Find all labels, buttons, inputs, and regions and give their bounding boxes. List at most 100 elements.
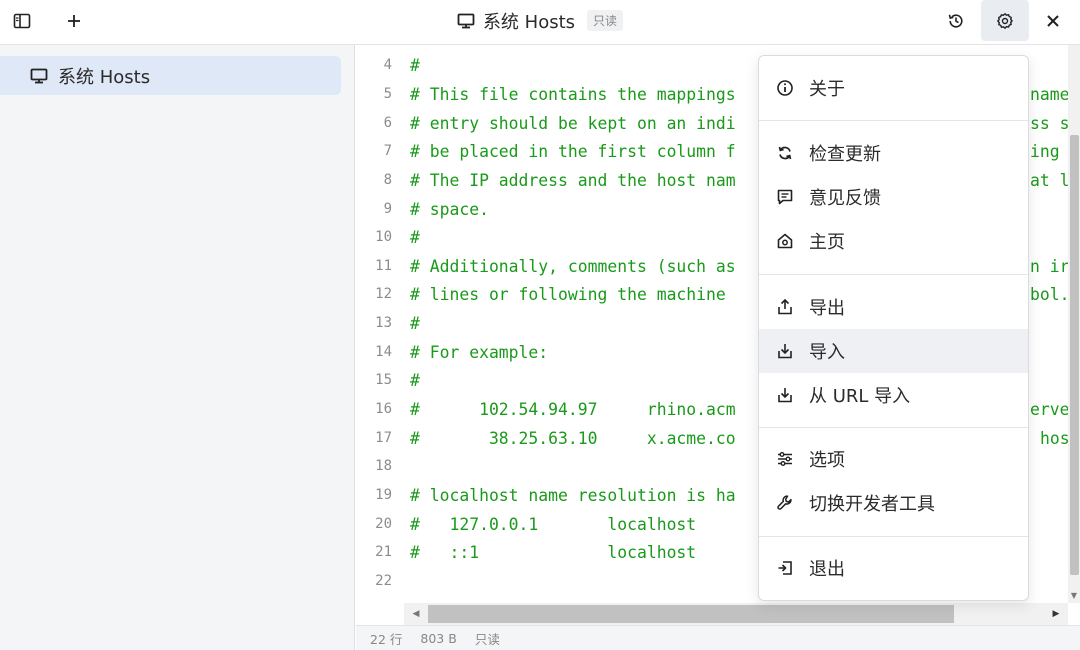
feedback-icon: [777, 189, 793, 205]
horizontal-scrollbar-thumb[interactable]: [428, 605, 954, 623]
horizontal-scrollbar[interactable]: ◀ ▶: [404, 603, 1068, 625]
code-line: 15 #: [356, 366, 420, 394]
code-text: #: [410, 55, 420, 75]
import-url-icon: [778, 388, 792, 403]
line-number: 5: [383, 86, 392, 102]
menu-item-label: 退出: [809, 559, 845, 580]
scroll-left-arrow-icon[interactable]: ◀: [408, 603, 424, 625]
line-number: 15: [375, 372, 392, 388]
code-text: # 127.0.0.1 localhost: [410, 514, 697, 534]
code-line: 14 # For example:: [356, 338, 548, 366]
line-number: 19: [375, 487, 392, 503]
line-number: 12: [375, 286, 392, 302]
history-button[interactable]: [934, 0, 978, 41]
line-count: 22 行: [370, 631, 403, 647]
code-line: 4 #: [356, 51, 420, 79]
menu-item-label: 关于: [809, 79, 845, 100]
code-line: 21 # ::1 localhost: [356, 538, 696, 566]
line-number: 21: [375, 544, 392, 560]
menu-item-feedback[interactable]: 意见反馈: [759, 175, 1028, 219]
menu-item-toggle-devtools[interactable]: 切换开发者工具: [759, 481, 1028, 525]
code-fragment: name: [1030, 84, 1070, 104]
top-toolbar: 系统 Hosts 只读: [0, 0, 1080, 45]
line-number: 17: [375, 430, 392, 446]
sidebar-item-system-hosts[interactable]: 系统 Hosts: [0, 56, 341, 95]
code-line: 5 # This file contains the mappings: [356, 80, 736, 108]
gear-icon: [997, 12, 1013, 29]
menu-item-export[interactable]: 导出: [759, 285, 1028, 329]
menu-item-label: 检查更新: [809, 144, 881, 165]
line-number: 11: [375, 258, 392, 274]
code-line: 7 # be placed in the first column f: [356, 137, 736, 165]
line-number: 10: [375, 229, 392, 245]
menu-item-options[interactable]: 选项: [759, 437, 1028, 481]
menu-item-label: 切换开发者工具: [809, 494, 935, 515]
toggle-sidebar-button[interactable]: [0, 0, 44, 41]
code-text: # For example:: [410, 342, 549, 362]
add-button[interactable]: [52, 0, 96, 41]
code-text: #: [410, 313, 420, 333]
close-icon: [1047, 14, 1059, 27]
window-title: 系统 Hosts: [482, 11, 576, 33]
menu-item-import-url[interactable]: 从 URL 导入: [759, 373, 1028, 417]
close-button[interactable]: [1031, 0, 1075, 41]
vertical-scrollbar[interactable]: ▼: [1068, 45, 1080, 603]
scroll-right-arrow-icon[interactable]: ▶: [1048, 603, 1064, 625]
menu-divider: [759, 536, 1028, 537]
code-text: # This file contains the mappings: [410, 84, 736, 104]
settings-menu: 关于 检查更新 意见反馈 主页 导出 导入 从 URL 导入 选项 切换开发者工…: [758, 55, 1029, 601]
menu-item-label: 选项: [809, 450, 845, 471]
file-size: 803 B: [420, 630, 457, 646]
code-text: #: [410, 227, 420, 247]
code-line: 8 # The IP address and the host nam: [356, 166, 736, 194]
history-icon: [948, 13, 963, 28]
refresh-icon: [778, 146, 792, 160]
code-fragment: ing: [1030, 141, 1060, 161]
line-number: 9: [383, 201, 392, 217]
code-line: 12 # lines or following the machine: [356, 280, 726, 308]
line-number: 14: [375, 344, 392, 360]
code-line: 9 # space.: [356, 195, 489, 223]
code-line: 6 # entry should be kept on an indi: [356, 109, 736, 137]
code-text: # ::1 localhost: [410, 542, 697, 562]
wrench-icon: [777, 495, 792, 510]
menu-item-label: 从 URL 导入: [809, 386, 911, 407]
sidebar: 系统 Hosts: [0, 45, 355, 650]
status-bar: 22 行 803 B 只读: [356, 625, 1080, 650]
line-number: 8: [383, 172, 392, 188]
line-number: 22: [375, 573, 392, 589]
settings-button[interactable]: [981, 0, 1029, 41]
scroll-down-arrow-icon[interactable]: ▼: [1068, 591, 1080, 601]
sidebar-item-label: 系统 Hosts: [58, 66, 151, 88]
monitor-icon: [457, 13, 475, 28]
home-icon: [777, 233, 793, 249]
window-title-area: 系统 Hosts 只读: [0, 0, 1080, 41]
code-text: # be placed in the first column f: [410, 141, 736, 161]
line-number: 7: [383, 143, 392, 159]
menu-item-check-update[interactable]: 检查更新: [759, 131, 1028, 175]
code-fragment: hos: [1040, 428, 1070, 448]
plus-icon: [68, 14, 80, 27]
line-number: 6: [383, 115, 392, 131]
code-text: # localhost name resolution is ha: [410, 485, 736, 505]
monitor-icon: [30, 68, 48, 83]
menu-item-label: 意见反馈: [809, 188, 881, 209]
menu-item-import[interactable]: 导入: [759, 329, 1028, 373]
code-line: 13 #: [356, 309, 420, 337]
code-text: # lines or following the machine: [410, 284, 726, 304]
sidebar-toggle-icon: [13, 13, 31, 28]
menu-item-about[interactable]: 关于: [759, 66, 1028, 110]
menu-divider: [759, 427, 1028, 428]
sliders-icon: [778, 452, 792, 466]
code-fragment: at l: [1030, 170, 1070, 190]
menu-item-quit[interactable]: 退出: [759, 546, 1028, 590]
menu-item-label: 导入: [809, 342, 845, 363]
code-line: 19 # localhost name resolution is ha: [356, 481, 736, 509]
line-number: 20: [375, 516, 392, 532]
export-icon: [778, 298, 792, 315]
exit-icon: [778, 561, 792, 575]
menu-item-homepage[interactable]: 主页: [759, 219, 1028, 263]
vertical-scrollbar-thumb[interactable]: [1070, 135, 1079, 575]
readonly-status: 只读: [474, 631, 500, 647]
code-text: # Additionally, comments (such as: [410, 256, 736, 276]
